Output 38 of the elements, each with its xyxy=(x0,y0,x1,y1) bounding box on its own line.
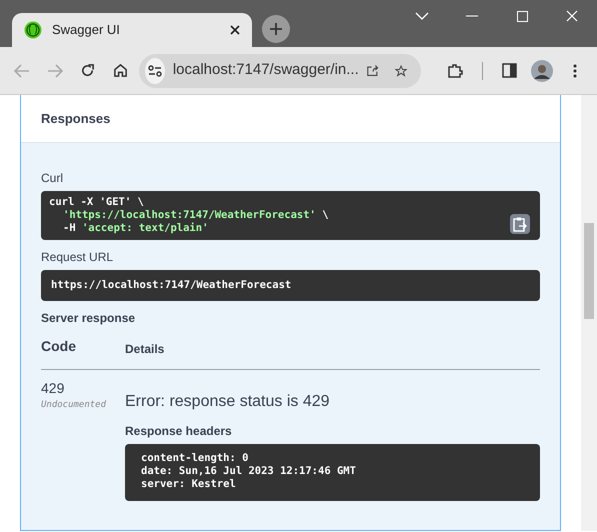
home-icon[interactable] xyxy=(113,63,128,78)
close-icon[interactable] xyxy=(230,25,240,35)
tab-title: Swagger UI xyxy=(52,21,121,40)
browser-tab[interactable]: Swagger UI xyxy=(12,13,252,47)
chevron-down-icon[interactable] xyxy=(415,12,429,20)
minimize-icon[interactable] xyxy=(466,15,478,17)
request-url-block: https://localhost:7147/WeatherForecast xyxy=(41,270,540,301)
menu-icon[interactable] xyxy=(572,64,577,78)
url-text: localhost:7147/swagger/in... xyxy=(172,60,359,80)
scrollbar-thumb[interactable] xyxy=(584,223,594,319)
status-note: Undocumented xyxy=(41,399,108,412)
profile-avatar[interactable] xyxy=(530,60,553,82)
code-line: curl -X 'GET' \ xyxy=(49,196,144,209)
curl-label: Curl xyxy=(41,170,64,187)
maximize-icon[interactable] xyxy=(516,10,528,22)
response-headers-block: content-length: 0 date: Sun,16 Jul 2023 12:17:46 GMT server: Kestrel xyxy=(125,444,540,501)
response-headers-label: Response headers xyxy=(125,423,233,440)
column-header: Code xyxy=(41,338,76,354)
address-bar[interactable]: localhost:7147/swagger/in... xyxy=(139,54,422,88)
site-settings-icon xyxy=(148,64,162,76)
swagger-logo-icon xyxy=(24,21,42,39)
share-icon[interactable] xyxy=(366,63,379,78)
status-code: 429 xyxy=(41,379,66,398)
star-icon[interactable] xyxy=(394,62,408,78)
copy-button[interactable] xyxy=(510,214,530,234)
code-line: 'https://localhost:7147/WeatherForecast' \ xyxy=(62,209,329,222)
error-message: Error: response status is 429 xyxy=(125,392,331,412)
extensions-icon[interactable] xyxy=(447,62,464,78)
reload-icon[interactable] xyxy=(80,63,96,78)
new-tab-button[interactable] xyxy=(262,15,290,43)
request-url-label: Request URL xyxy=(41,249,114,266)
server-response-label: Server response xyxy=(41,310,136,327)
plus-icon xyxy=(269,22,283,36)
section-title: Responses xyxy=(41,110,110,128)
side-panel-icon[interactable] xyxy=(502,63,517,78)
column-header: Details xyxy=(125,342,164,356)
code-line: -H 'accept: text/plain' xyxy=(62,222,208,235)
clipboard-icon xyxy=(513,216,527,232)
